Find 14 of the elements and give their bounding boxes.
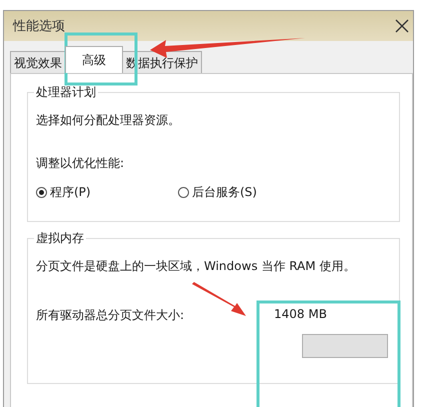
radio-option[interactable]: 程序(P)	[36, 184, 178, 201]
window-title: 性能选项	[13, 18, 65, 35]
close-icon[interactable]	[395, 19, 409, 33]
group-title: 处理器计划	[34, 84, 98, 101]
description-text: 分页文件是硬盘上的一块区域，Windows 当作 RAM 使用。	[36, 258, 356, 275]
group-title: 虚拟内存	[34, 230, 86, 247]
tab[interactable]: 高级	[65, 46, 123, 73]
size-label: 所有驱动器总分页文件大小:	[36, 307, 186, 324]
description-text: 选择如何分配处理器资源。	[36, 112, 181, 129]
radio-option[interactable]: 后台服务(S)	[178, 184, 320, 201]
size-value: 1408 MB	[274, 307, 327, 323]
prompt-text: 调整以优化性能:	[36, 155, 126, 172]
tab[interactable]: 视觉效果	[10, 51, 66, 73]
arrow-annotation	[192, 282, 246, 316]
